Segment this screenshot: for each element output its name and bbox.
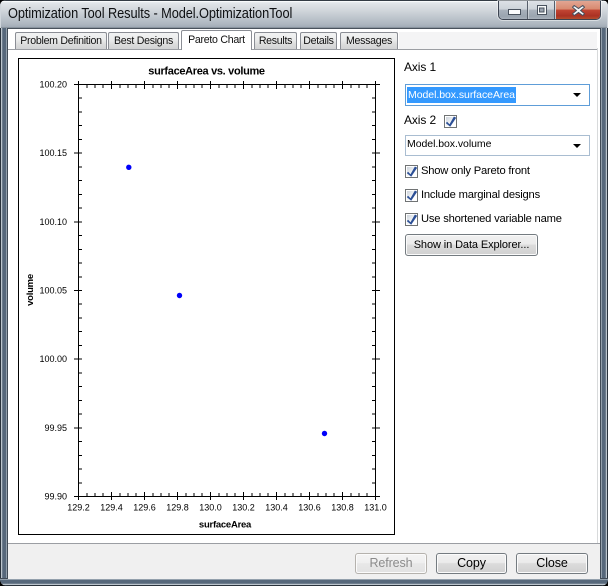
svg-text:131.0: 131.0	[364, 503, 387, 513]
svg-text:130.4: 130.4	[265, 503, 288, 513]
svg-text:130.0: 130.0	[199, 503, 222, 513]
svg-text:99.95: 99.95	[44, 423, 67, 433]
svg-text:129.8: 129.8	[166, 503, 189, 513]
svg-text:130.8: 130.8	[331, 503, 354, 513]
svg-text:100.20: 100.20	[39, 80, 67, 90]
svg-text:129.2: 129.2	[67, 503, 90, 513]
svg-text:surfaceArea: surfaceArea	[199, 520, 252, 531]
svg-text:129.6: 129.6	[133, 503, 156, 513]
svg-text:130.6: 130.6	[298, 503, 321, 513]
svg-text:129.4: 129.4	[100, 503, 123, 513]
svg-text:100.00: 100.00	[39, 354, 67, 364]
svg-text:volume: volume	[25, 274, 36, 306]
svg-text:100.15: 100.15	[39, 148, 67, 158]
svg-text:99.90: 99.90	[44, 492, 67, 502]
svg-text:100.10: 100.10	[39, 217, 67, 227]
svg-text:100.05: 100.05	[39, 286, 67, 296]
svg-text:130.2: 130.2	[232, 503, 255, 513]
svg-text:surfaceArea vs. volume: surfaceArea vs. volume	[148, 66, 265, 78]
